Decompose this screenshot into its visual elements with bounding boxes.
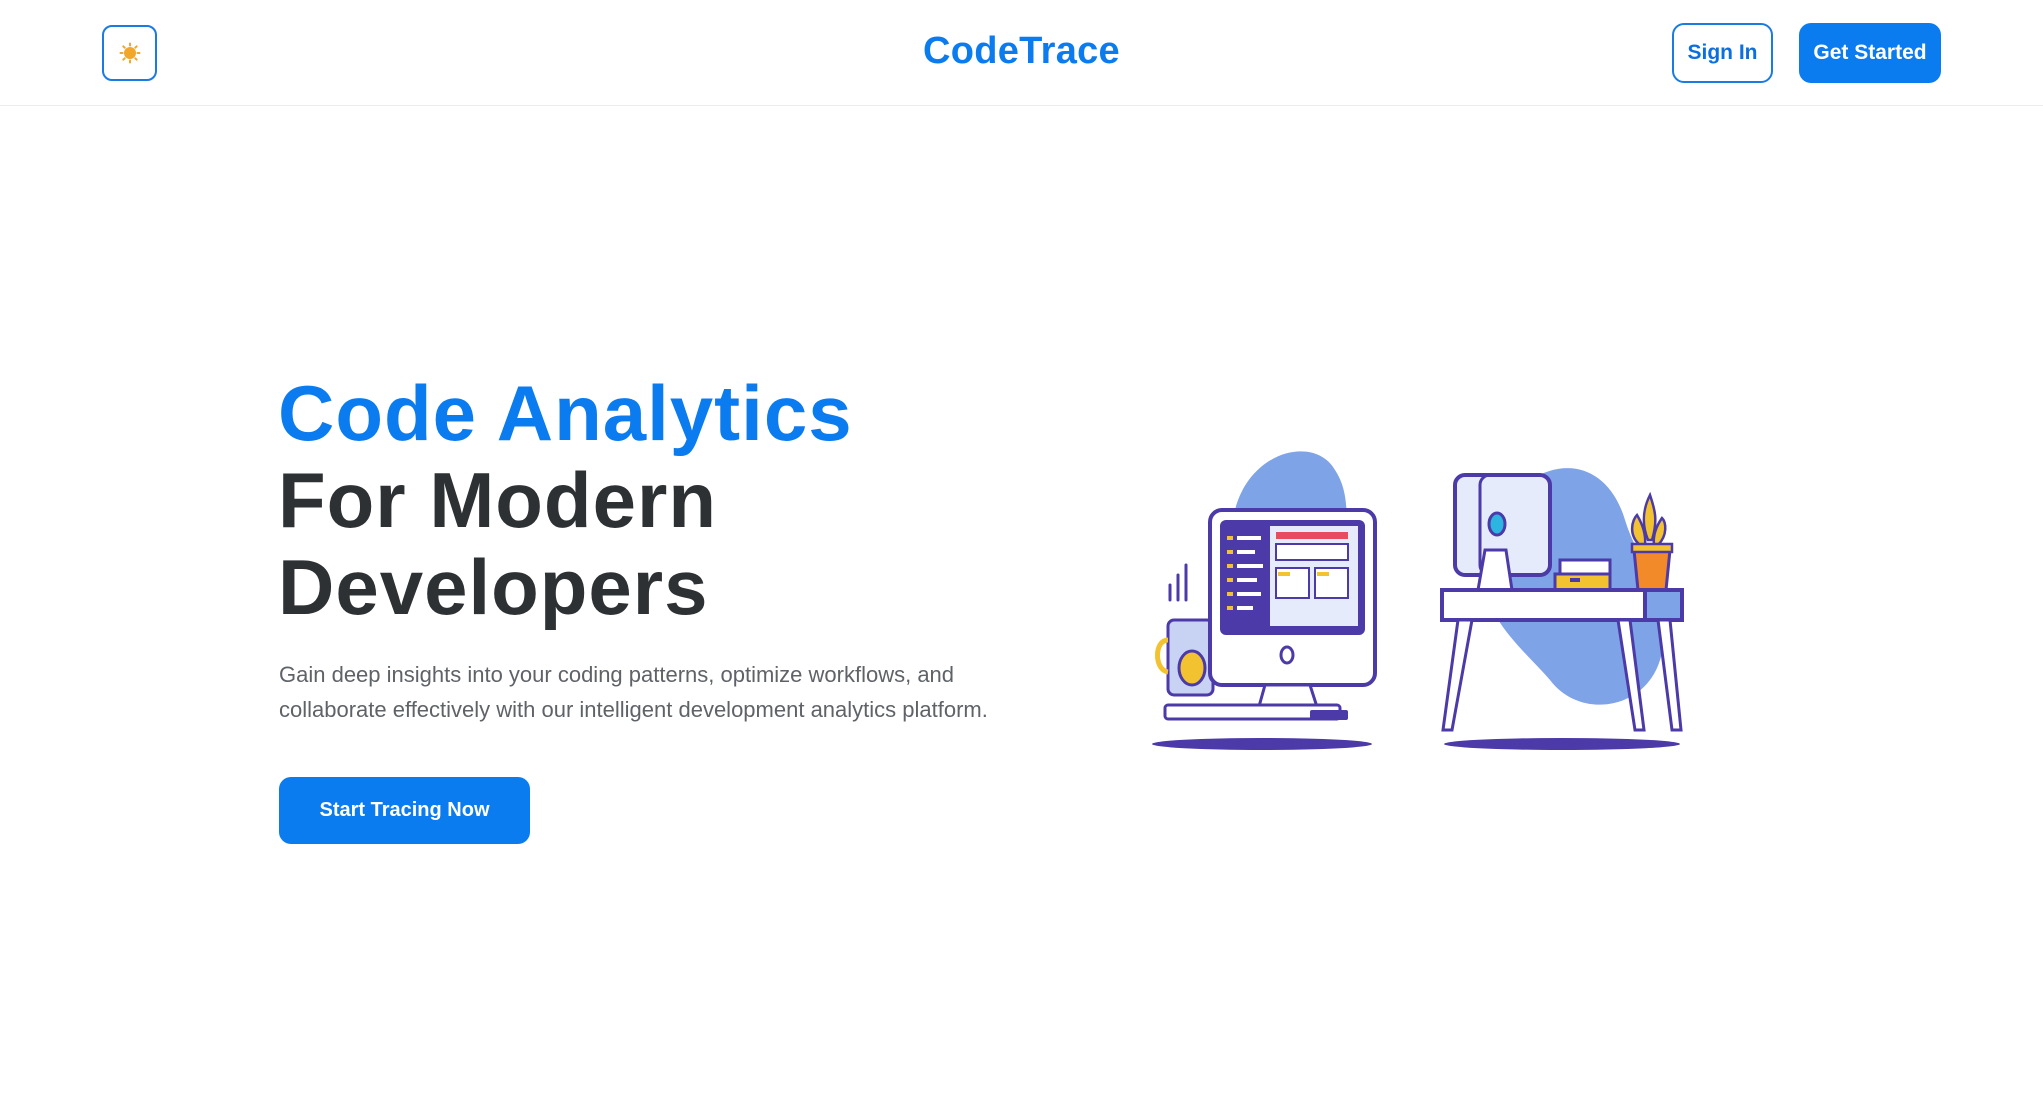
right-floor-shadow (1444, 738, 1680, 750)
start-tracing-button[interactable]: Start Tracing Now (279, 777, 530, 844)
left-floor-shadow (1152, 738, 1372, 750)
hero-subtitle-line-2: collaborate effectively with our intelli… (279, 697, 988, 722)
developer-workspace-illustration (1152, 451, 1684, 750)
keyboard (1163, 703, 1348, 721)
imac-computer (1453, 473, 1552, 592)
hero-subtitle-line-1: Gain deep insights into your coding patt… (279, 662, 955, 687)
activity-bars (1168, 563, 1188, 602)
hero-heading-line-1: Code Analytics (278, 369, 853, 457)
hero-heading-line-2: For Modern (278, 456, 717, 544)
top-nav: CodeTrace Sign In Get Started (0, 0, 2043, 106)
potted-plant (1630, 491, 1674, 592)
hero-subtitle: Gain deep insights into your coding patt… (279, 657, 1039, 727)
sign-in-button[interactable]: Sign In (1672, 23, 1773, 83)
desktop-monitor (1208, 508, 1377, 712)
book-stack (1553, 558, 1612, 592)
coffee-mug (1155, 618, 1215, 697)
hero-heading-line-3: Developers (278, 543, 709, 631)
hero-heading: Code Analytics For Modern Developers (278, 370, 1038, 631)
get-started-button[interactable]: Get Started (1799, 23, 1941, 83)
